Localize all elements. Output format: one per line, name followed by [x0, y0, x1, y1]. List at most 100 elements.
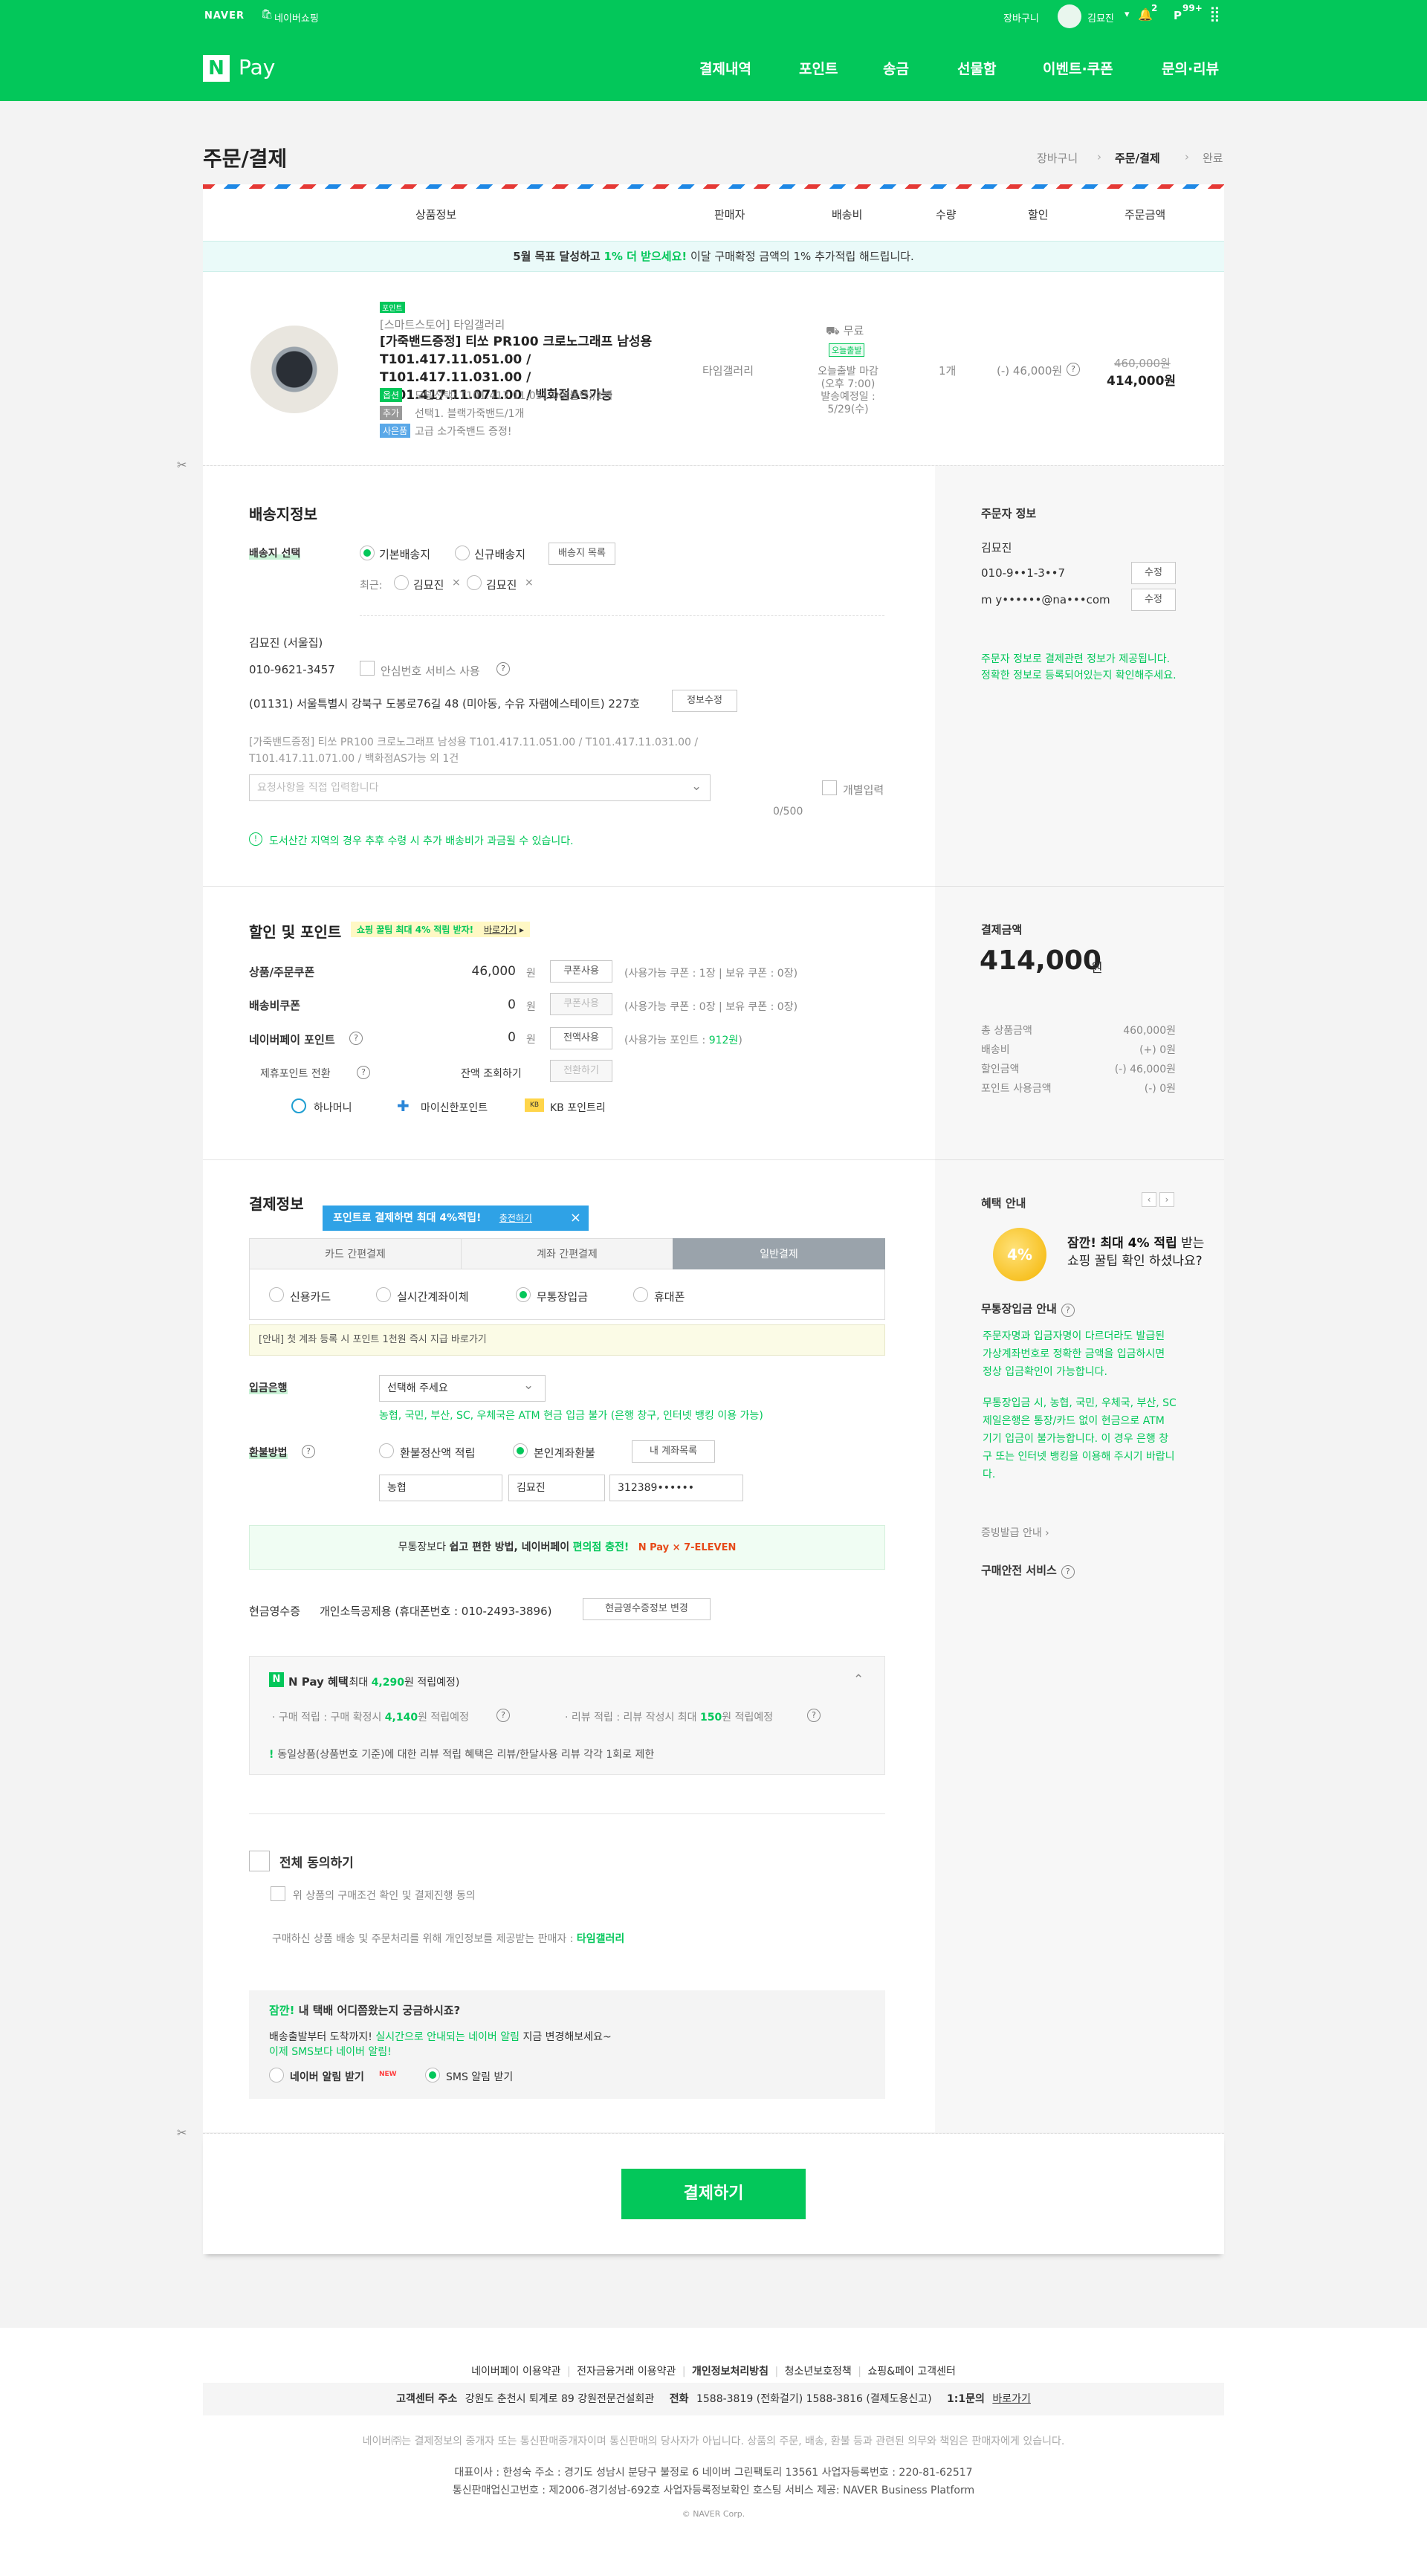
safe-number-checkbox[interactable] [360, 661, 375, 676]
radio-credit-card[interactable] [269, 1287, 284, 1302]
menu-transfer[interactable]: 송금 [883, 58, 909, 78]
npay-logo-text[interactable]: Pay [239, 55, 275, 80]
privacy-seller[interactable]: 타임갤러리 [577, 1933, 624, 1945]
help-icon[interactable]: ? [496, 1709, 510, 1722]
footer-link-cs[interactable]: 쇼핑&페이 고객센터 [867, 2366, 955, 2378]
product-store[interactable]: [스마트스토어] 타임갤러리 [380, 317, 505, 332]
individual-input-checkbox[interactable] [822, 780, 837, 795]
use-all-points-button[interactable]: 전액사용 [550, 1027, 612, 1049]
menu-inquiry-review[interactable]: 문의·리뷰 [1162, 58, 1219, 78]
tooltip-link[interactable]: 충전하기 [499, 1213, 532, 1223]
radio-recent-2[interactable] [467, 575, 482, 590]
radio-recent-1[interactable] [394, 575, 409, 590]
footer-link-efin[interactable]: 전자금융거래 이용약관 [577, 2366, 676, 2378]
menu-gift[interactable]: 선물함 [957, 58, 996, 78]
menu-event-coupon[interactable]: 이벤트·쿠폰 [1043, 58, 1113, 78]
benefit-title: N Pay 혜택 [288, 1675, 349, 1689]
hanamoney-label[interactable]: 하나머니 [314, 1100, 352, 1115]
radio-sms-alert[interactable] [425, 2068, 440, 2083]
help-icon[interactable]: ? [1061, 1565, 1075, 1579]
agree-all-checkbox[interactable] [249, 1851, 270, 1871]
ship-coupon-unit: 원 [526, 1001, 536, 1013]
menu-point[interactable]: 포인트 [799, 58, 838, 78]
balance-link[interactable]: 잔액 조회하기 [461, 1066, 522, 1081]
tip-banner[interactable]: 쇼핑 꿀팁 최대 4% 적립 받자! 바로가기 ▸ [351, 922, 530, 937]
step-complete: 완료 [1203, 152, 1223, 165]
avatar[interactable] [1058, 4, 1081, 28]
tab-account[interactable]: 계좌 간편결제 [461, 1238, 673, 1269]
close-icon[interactable]: × [570, 1206, 581, 1231]
edit-email-button[interactable]: 수정 [1131, 589, 1176, 611]
refund-account-input[interactable]: 312389•••••• [609, 1475, 743, 1501]
footer-link-terms[interactable]: 네이버페이 이용약관 [471, 2366, 560, 2378]
kb-label[interactable]: KB 포인트리 [550, 1100, 606, 1115]
edit-address-button[interactable]: 정보수정 [672, 690, 737, 712]
radio-default-address[interactable] [360, 546, 375, 560]
help-icon[interactable]: ? [1067, 363, 1080, 376]
qna-link[interactable]: 바로가기 [992, 2393, 1031, 2405]
product-image[interactable] [250, 326, 338, 413]
refund-bank-input[interactable]: 농협 [379, 1475, 502, 1501]
delivery-memo-select[interactable]: 요청사항을 직접 입력합니다 [249, 774, 711, 801]
promo-banner[interactable]: 5월 목표 달성하고 1% 더 받으세요! 이달 구매확정 금액의 1% 추가적… [203, 241, 1224, 272]
cart-link[interactable]: 장바구니 [1003, 10, 1039, 25]
convenience-charge-banner[interactable]: 무통장보다 쉽고 편한 방법, 네이버페이 편의점 충전! N Pay × 7-… [249, 1525, 885, 1570]
use-ship-coupon-button[interactable]: 쿠폰사용 [550, 993, 612, 1015]
help-icon[interactable]: ? [807, 1709, 821, 1722]
edit-phone-button[interactable]: 수정 [1131, 562, 1176, 584]
tel-value[interactable]: 1588-3819 (전화걸기) 1588-3816 (결제도용신고) [696, 2393, 932, 2405]
help-icon[interactable]: ? [1061, 1304, 1075, 1317]
user-name[interactable]: 김묘진 [1087, 10, 1114, 25]
shopping-link[interactable]: 네이버쇼핑 [274, 10, 319, 25]
point-icon[interactable]: P [1174, 9, 1182, 22]
help-icon[interactable]: ? [357, 1066, 370, 1079]
radio-deposit[interactable] [516, 1287, 531, 1302]
col-qty: 수량 [936, 208, 957, 221]
radio-refund-point[interactable] [379, 1443, 394, 1458]
agree-purchase-checkbox[interactable] [271, 1886, 285, 1901]
chevron-up-icon[interactable]: ⌃ [853, 1672, 864, 1687]
point-tooltip[interactable]: 포인트로 결제하면 최대 4%적립! 충전하기 × [323, 1206, 589, 1231]
bank-select[interactable]: 선택해 주세요 [379, 1375, 546, 1402]
close-icon[interactable]: × [452, 577, 461, 589]
help-icon[interactable]: ? [302, 1445, 315, 1458]
receipt-guide-link[interactable]: 증빙발급 안내 › [981, 1525, 1049, 1540]
next-icon[interactable]: › [1159, 1192, 1174, 1207]
total-product-value: 460,000원 [1123, 1025, 1176, 1037]
pay-nav-bar: N Pay 결제내역 포인트 송금 선물함 이벤트·쿠폰 문의·리뷰 [0, 33, 1427, 101]
menu-history[interactable]: 결제내역 [699, 58, 751, 78]
apps-grid-icon[interactable]: ⣿ [1209, 6, 1220, 21]
help-icon[interactable]: ? [349, 1032, 363, 1045]
tab-card[interactable]: 카드 간편결제 [249, 1238, 462, 1269]
receipt-change-button[interactable]: 현금영수증정보 변경 [583, 1598, 711, 1620]
radio-naver-alert[interactable] [269, 2068, 284, 2083]
radio-refund-account[interactable] [513, 1443, 528, 1458]
prev-icon[interactable]: ‹ [1142, 1192, 1156, 1207]
refund-holder-input[interactable]: 김묘진 [508, 1475, 605, 1501]
benefit-headline-2[interactable]: 쇼핑 꿀팁 확인 하셨나요? [1067, 1250, 1203, 1269]
help-icon[interactable]: ? [496, 662, 510, 676]
chevron-down-icon[interactable]: ▾ [1125, 9, 1130, 20]
pay-button[interactable]: 결제하기 [621, 2169, 806, 2219]
seller-name[interactable]: 타임갤러리 [702, 363, 754, 378]
footer-link-privacy[interactable]: 개인정보처리방침 [692, 2366, 768, 2378]
convert-button[interactable]: 전환하기 [550, 1060, 612, 1082]
first-account-notice[interactable]: [안내] 첫 계좌 등록 시 포인트 1천원 즉시 지급 바로가기 [249, 1324, 885, 1356]
my-account-list-button[interactable]: 내 계좌목록 [632, 1440, 715, 1463]
tab-general[interactable]: 일반결제 [673, 1238, 885, 1269]
chevron-down-icon[interactable]: ⌄ [523, 1378, 534, 1393]
shinhan-label[interactable]: 마이신한포인트 [421, 1100, 488, 1115]
npay-logo-icon[interactable]: N [203, 55, 230, 82]
use-coupon-button[interactable]: 쿠폰사용 [550, 960, 612, 983]
chevron-down-icon[interactable]: ⌄ [691, 779, 702, 794]
radio-phone[interactable] [633, 1287, 648, 1302]
close-icon[interactable]: × [525, 577, 534, 589]
naver-logo[interactable]: NAVER [204, 10, 245, 22]
footer-link-youth[interactable]: 청소년보호정책 [785, 2366, 852, 2378]
benefit-headline-1[interactable]: 잠깐! 최대 4% 적립 받는 [1067, 1232, 1204, 1251]
bell-icon[interactable]: 🔔 [1138, 7, 1153, 22]
tip-link[interactable]: 바로가기 [484, 925, 517, 935]
address-list-button[interactable]: 배송지 목록 [549, 543, 615, 565]
radio-realtime-transfer[interactable] [376, 1287, 391, 1302]
radio-new-address[interactable] [455, 546, 470, 560]
